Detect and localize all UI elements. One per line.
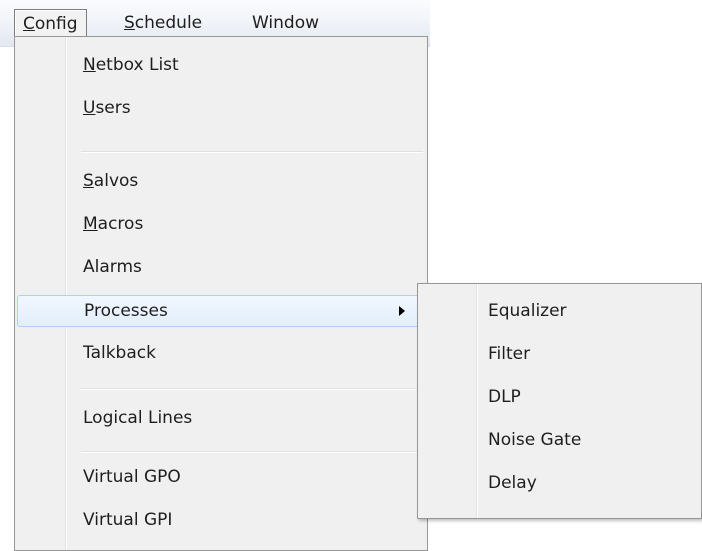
menu-item-processes[interactable]: Processes: [17, 295, 425, 327]
submenu-item-label: DLP: [488, 387, 521, 407]
menu-item-label: Logical Lines: [83, 408, 193, 428]
menu-item-macros[interactable]: Macros: [17, 209, 425, 241]
menu-item-netbox-list[interactable]: Netbox List: [17, 50, 425, 82]
config-dropdown: Netbox List Users Salvos Macros Alarms P…: [14, 36, 428, 551]
menu-schedule-mnemonic: S: [124, 13, 135, 33]
menu-item-label: Users: [83, 98, 131, 118]
menu-item-label: Talkback: [83, 343, 156, 363]
processes-submenu: Equalizer Filter DLP Noise Gate Delay: [417, 283, 702, 519]
menu-item-label: Salvos: [83, 171, 139, 191]
submenu-item-delay[interactable]: Delay: [420, 468, 698, 500]
menu-item-talkback[interactable]: Talkback: [17, 338, 425, 370]
menu-schedule-label: chedule: [134, 13, 203, 33]
submenu-item-label: Noise Gate: [488, 430, 582, 450]
menu-config-mnemonic: C: [23, 14, 35, 34]
menu-item-virtual-gpi[interactable]: Virtual GPI: [17, 505, 425, 537]
menu-config-label: onfig: [34, 14, 78, 34]
submenu-item-equalizer[interactable]: Equalizer: [420, 296, 698, 328]
menu-item-logical-lines[interactable]: Logical Lines: [17, 403, 425, 435]
menu-item-label: Alarms: [83, 257, 142, 277]
submenu-item-noise-gate[interactable]: Noise Gate: [420, 425, 698, 457]
menu-item-alarms[interactable]: Alarms: [17, 252, 425, 284]
menu-item-users[interactable]: Users: [17, 93, 425, 125]
menu-separator: [81, 388, 423, 390]
menu-item-label: Netbox List: [83, 55, 179, 75]
menu-schedule[interactable]: Schedule: [116, 9, 210, 37]
submenu-item-dlp[interactable]: DLP: [420, 382, 698, 414]
menu-window-label: Window: [252, 13, 320, 33]
submenu-item-filter[interactable]: Filter: [420, 339, 698, 371]
submenu-item-label: Delay: [488, 473, 537, 493]
menu-item-label: Processes: [84, 301, 168, 321]
submenu-item-label: Equalizer: [488, 301, 567, 321]
menu-item-virtual-gpo[interactable]: Virtual GPO: [17, 462, 425, 494]
submenu-arrow-icon: [399, 306, 405, 316]
menu-item-label: Macros: [83, 214, 144, 234]
menu-window[interactable]: Window: [244, 9, 327, 37]
menu-item-label: Virtual GPO: [83, 467, 181, 487]
menu-separator: [81, 151, 423, 153]
menu-separator: [81, 451, 423, 453]
menu-item-salvos[interactable]: Salvos: [17, 166, 425, 198]
menu-item-label: Virtual GPI: [83, 510, 173, 530]
menu-config[interactable]: Config: [14, 9, 87, 37]
submenu-item-label: Filter: [488, 344, 531, 364]
